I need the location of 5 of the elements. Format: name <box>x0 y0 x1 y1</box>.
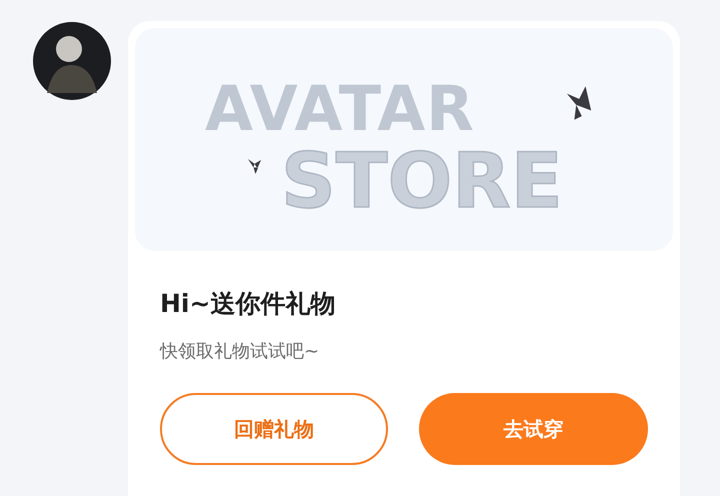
try-on-button[interactable]: 去试穿 <box>419 393 648 465</box>
return-gift-button[interactable]: 回赠礼物 <box>160 393 388 465</box>
banner-subline: STORE <box>281 140 563 222</box>
card-title: Hi~送你件礼物 <box>160 288 336 320</box>
card-subtitle: 快领取礼物试试吧~ <box>160 340 320 364</box>
